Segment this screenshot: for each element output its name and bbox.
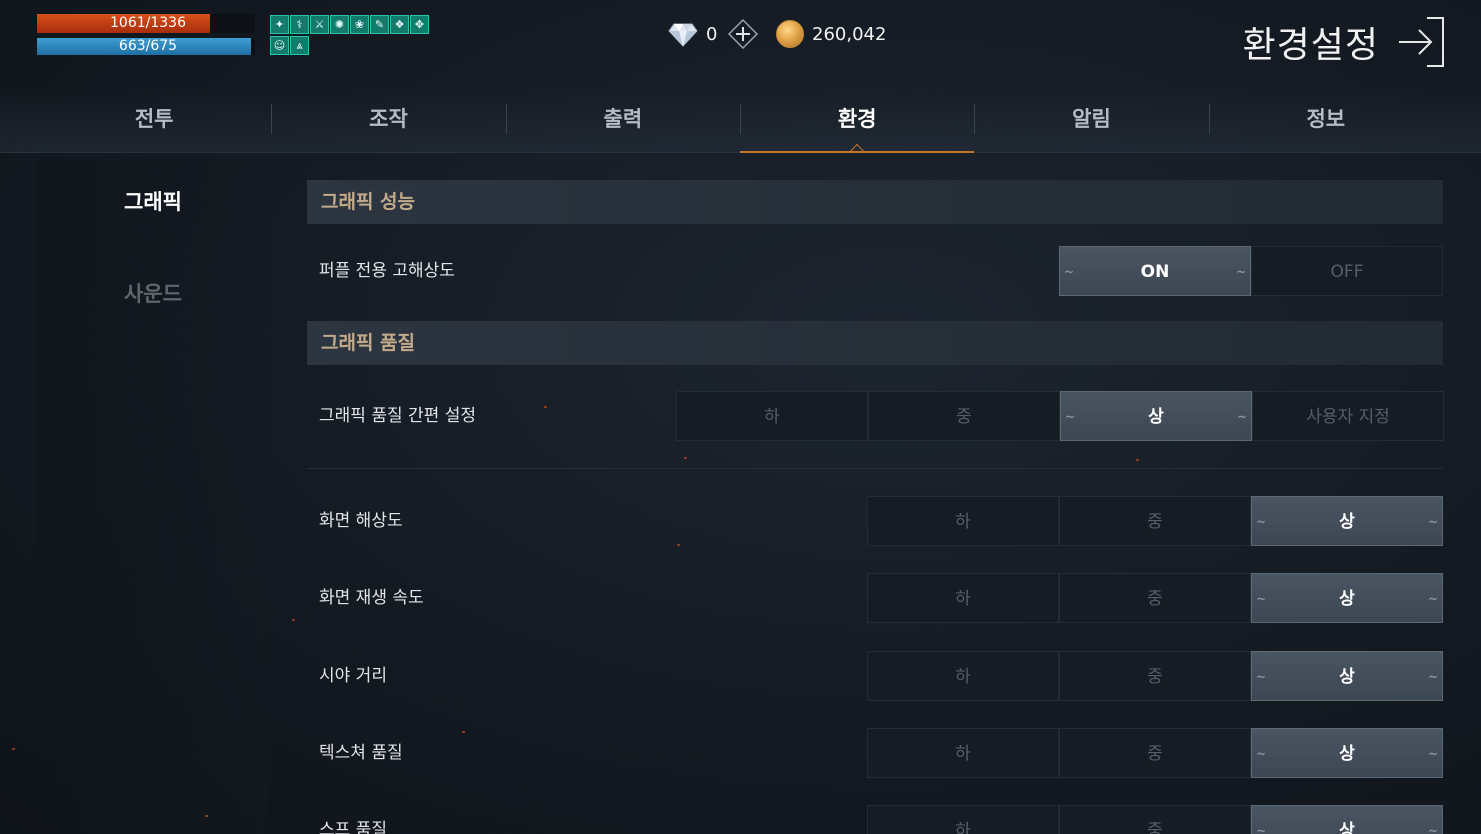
hp-text: 1061/1336 (110, 15, 186, 31)
section-title: 그래픽 품질 (321, 332, 416, 354)
buff-icon-6[interactable]: ✎ (370, 15, 389, 34)
tab-label: 조작 (369, 107, 408, 131)
tab-label: 알림 (1072, 107, 1111, 131)
buff-icon-7[interactable]: ❖ (390, 15, 409, 34)
buff-icon-5[interactable]: ❀ (350, 15, 369, 34)
option-button[interactable]: 상 (1251, 651, 1443, 702)
setting-label: 퍼플 전용 고해상도 (319, 261, 455, 281)
tab-4[interactable]: 알림 (974, 88, 1208, 153)
setting-label: 텍스쳐 품질 (319, 743, 403, 763)
option-button[interactable]: 중 (868, 391, 1060, 441)
tab-2[interactable]: 출력 (505, 88, 740, 153)
tab-0[interactable]: 전투 (37, 88, 271, 153)
option-button[interactable]: 하 (867, 651, 1059, 701)
setting-label: 그래픽 품질 간편 설정 (319, 406, 476, 426)
tab-3[interactable]: 환경 (739, 88, 975, 159)
mp-bar: 663/675 (37, 38, 255, 55)
page-title: 환경설정 (1242, 25, 1379, 66)
option-button[interactable]: 중 (1059, 573, 1251, 623)
hp-bar: 1061/1336 (37, 14, 255, 33)
buff-row: ☺ ⩓ (270, 36, 430, 55)
hud: 1061/1336 663/675 ✦ ⚕ ⚔ ✺ ❀ ✎ ❖ ✥ ☺ ⩓ 0 260,042 … (0, 0, 1481, 80)
sidebar-item-graphics[interactable]: 그래픽 (37, 186, 269, 216)
tab-1[interactable]: 조작 (271, 88, 505, 153)
option-button[interactable]: ON (1059, 246, 1251, 297)
gold-currency: 260,042 (776, 17, 886, 51)
setting-label: 화면 해상도 (319, 511, 403, 531)
quality-selector: 하중상 (867, 805, 1443, 834)
active-tab-marker (850, 143, 865, 159)
quality-selector: 하중상 (867, 573, 1443, 624)
gem-currency: 0 (668, 17, 759, 51)
tab-label: 출력 (603, 107, 643, 131)
buff-icon-2[interactable]: ⚕ (290, 15, 309, 34)
option-button[interactable]: 상 (1251, 805, 1443, 834)
buff-icon-4[interactable]: ✺ (330, 15, 349, 34)
ember-particle (12, 748, 15, 750)
tab-label: 전투 (134, 107, 174, 131)
option-button[interactable]: 상 (1060, 391, 1252, 442)
quality-selector: 하중상 (867, 496, 1443, 547)
tab-5[interactable]: 정보 (1208, 88, 1443, 153)
option-button[interactable]: 하 (867, 728, 1059, 778)
option-button[interactable]: OFF (1251, 246, 1443, 296)
option-button[interactable]: 상 (1251, 573, 1443, 624)
tab-label: 정보 (1306, 107, 1346, 131)
settings-panel: 그래픽 성능 퍼플 전용 고해상도 ONOFF 그래픽 품질 그래픽 품질 간편… (307, 180, 1444, 834)
exit-icon[interactable] (1397, 16, 1445, 68)
section-header-performance: 그래픽 성능 (307, 180, 1443, 224)
gold-value: 260,042 (812, 23, 887, 45)
option-button[interactable]: 사용자 지정 (1252, 391, 1444, 441)
option-button[interactable]: 중 (1059, 496, 1251, 546)
add-gem-button[interactable] (727, 18, 759, 50)
sidebar: 그래픽 사운드 (37, 158, 269, 834)
mp-text: 663/675 (118, 38, 178, 54)
high-res-toggle: ONOFF (1059, 246, 1443, 297)
gold-coin-icon (776, 20, 804, 48)
quality-selector: 하중상 (867, 728, 1443, 779)
tab-label: 환경 (837, 107, 877, 131)
setting-label: 화면 재생 속도 (319, 588, 424, 608)
buff-icon-1[interactable]: ✦ (270, 15, 289, 34)
tab-bar: 전투 조작 출력 환경 알림 정보 (37, 88, 1443, 159)
buff-row: ✦ ⚕ ⚔ ✺ ❀ ✎ ❖ ✥ (270, 15, 430, 34)
option-button[interactable]: 중 (1059, 728, 1251, 778)
buff-icon-10[interactable]: ⩓ (290, 36, 309, 55)
buff-list: ✦ ⚕ ⚔ ✺ ❀ ✎ ❖ ✥ ☺ ⩓ (270, 15, 430, 57)
quality-preset-selector: 하중상사용자 지정 (676, 391, 1444, 442)
setting-label: 스프 품질 (319, 820, 387, 834)
sidebar-item-sound[interactable]: 사운드 (37, 278, 269, 308)
option-button[interactable]: 중 (1059, 805, 1251, 834)
option-button[interactable]: 하 (867, 573, 1059, 623)
buff-icon-3[interactable]: ⚔ (310, 15, 329, 34)
header: 환경설정 (1243, 16, 1445, 68)
gem-value: 0 (706, 23, 718, 45)
ember-particle (205, 815, 208, 817)
option-button[interactable]: 상 (1251, 496, 1443, 547)
section-header-quality: 그래픽 품질 (307, 321, 1443, 365)
section-title: 그래픽 성능 (321, 191, 416, 213)
ember-particle (292, 619, 295, 621)
option-button[interactable]: 하 (676, 391, 868, 441)
buff-icon-9[interactable]: ☺ (270, 36, 289, 55)
option-button[interactable]: 하 (867, 496, 1059, 546)
setting-label: 시야 거리 (319, 666, 387, 686)
option-button[interactable]: 중 (1059, 651, 1251, 701)
option-button[interactable]: 하 (867, 805, 1059, 834)
divider (307, 468, 1443, 469)
quality-selector: 하중상 (867, 651, 1443, 702)
buff-icon-8[interactable]: ✥ (410, 15, 429, 34)
diamond-icon (668, 23, 698, 47)
option-button[interactable]: 상 (1251, 728, 1443, 779)
